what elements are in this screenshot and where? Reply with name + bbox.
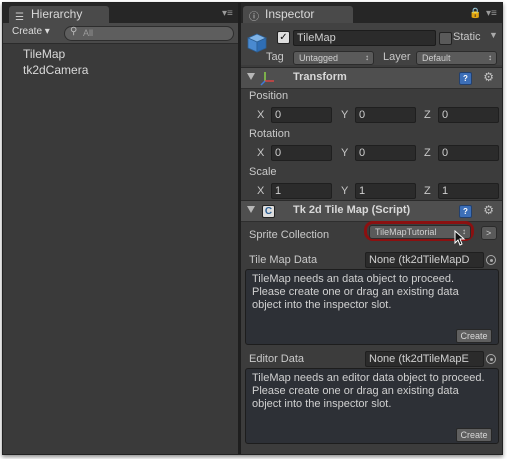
inspector-panel: ⓘ Inspector 🔒 ▾≡ ✓ TileMap Static ▼ Tag …: [241, 3, 502, 454]
scale-label: Scale: [249, 166, 277, 178]
tile-map-data-label: Tile Map Data: [249, 254, 318, 266]
sprite-collection-value: TileMapTutorial: [375, 227, 437, 237]
transform-header[interactable]: Transform ? ⚙: [241, 67, 502, 89]
position-x-field[interactable]: 0: [271, 107, 332, 123]
tag-label: Tag: [266, 51, 284, 63]
hierarchy-item-tilemap[interactable]: TileMap: [23, 47, 65, 61]
scale-z-field[interactable]: 1: [438, 183, 499, 199]
rotation-z-field[interactable]: 0: [438, 145, 499, 161]
static-label: Static: [453, 31, 481, 43]
tile-map-data-message: TileMap needs an data object to proceed.…: [252, 273, 459, 311]
create-label: Create: [12, 26, 43, 37]
sprite-collection-label: Sprite Collection: [249, 229, 330, 241]
axis-y-label: Y: [341, 109, 349, 121]
tag-value: Untagged: [299, 53, 339, 63]
create-editor-data-button[interactable]: Create: [456, 428, 492, 442]
layer-label: Layer: [383, 51, 411, 63]
axis-y-label: Y: [341, 185, 349, 197]
dropdown-arrows-icon: ↕: [488, 53, 492, 62]
tab-inspector[interactable]: ⓘ Inspector: [243, 6, 353, 23]
tab-inspector-label: Inspector: [265, 7, 315, 21]
tag-dropdown[interactable]: Untagged ↕: [293, 51, 374, 65]
static-checkbox[interactable]: [439, 32, 452, 45]
axis-x-label: X: [257, 109, 265, 121]
axis-x-label: X: [257, 147, 265, 159]
scale-y-field[interactable]: 1: [355, 183, 416, 199]
transform-axes-icon: [260, 72, 274, 86]
mouse-cursor-icon: [454, 230, 466, 246]
editor-data-label: Editor Data: [249, 353, 305, 365]
hierarchy-toolbar: Create ▾ ⚲ All: [3, 23, 238, 44]
transform-title: Transform: [293, 71, 347, 83]
tilemap-script-title: Tk 2d Tile Map (Script): [293, 204, 411, 216]
editor-data-helpbox: TileMap needs an editor data object to p…: [245, 368, 499, 444]
gear-icon[interactable]: ⚙: [483, 70, 494, 84]
fold-arrow-icon[interactable]: [247, 206, 255, 213]
search-icon: ⚲: [70, 26, 78, 37]
axis-z-label: Z: [424, 147, 431, 159]
goto-sprite-collection-button[interactable]: >: [481, 226, 497, 240]
rotation-y-field[interactable]: 0: [355, 145, 416, 161]
help-icon[interactable]: ?: [459, 72, 472, 85]
rotation-label: Rotation: [249, 128, 290, 140]
script-icon: C: [262, 205, 275, 218]
static-dropdown-arrow-icon[interactable]: ▼: [489, 30, 498, 40]
layer-value: Default: [422, 53, 451, 63]
create-dropdown[interactable]: Create ▾: [12, 26, 50, 37]
object-header: ✓ TileMap Static ▼ Tag Untagged ↕ Layer …: [241, 23, 502, 65]
rotation-x-field[interactable]: 0: [271, 145, 332, 161]
axis-x-label: X: [257, 185, 265, 197]
create-data-button[interactable]: Create: [456, 329, 492, 343]
object-picker-icon[interactable]: [486, 354, 496, 364]
active-checkbox[interactable]: ✓: [277, 31, 290, 44]
tab-hierarchy[interactable]: ☰ Hierarchy: [9, 6, 109, 23]
panel-menu-icon[interactable]: ▾≡: [486, 8, 497, 19]
panel-menu-icon[interactable]: ▾≡: [222, 8, 233, 19]
fold-arrow-icon[interactable]: [247, 73, 255, 80]
dropdown-arrows-icon: ↕: [365, 53, 369, 62]
unity-editor-window: ☰ Hierarchy ▾≡ Create ▾ ⚲ All TileMap tk…: [2, 2, 503, 455]
scale-x-field[interactable]: 1: [271, 183, 332, 199]
hierarchy-item-tk2dcamera[interactable]: tk2dCamera: [23, 63, 88, 77]
lock-icon[interactable]: 🔒: [469, 8, 481, 19]
editor-data-field[interactable]: None (tk2dTileMapE: [365, 351, 484, 367]
position-z-field[interactable]: 0: [438, 107, 499, 123]
editor-data-message: TileMap needs an editor data object to p…: [252, 372, 485, 410]
tab-hierarchy-label: Hierarchy: [31, 7, 83, 21]
axis-z-label: Z: [424, 185, 431, 197]
hierarchy-panel: ☰ Hierarchy ▾≡ Create ▾ ⚲ All TileMap tk…: [3, 3, 238, 454]
inspector-tabbar: ⓘ Inspector 🔒 ▾≡: [241, 3, 502, 23]
axis-y-label: Y: [341, 147, 349, 159]
object-picker-icon[interactable]: [486, 255, 496, 265]
position-label: Position: [249, 90, 289, 102]
search-placeholder: All: [83, 28, 94, 38]
tile-map-data-field[interactable]: None (tk2dTileMapD: [365, 252, 484, 268]
gear-icon[interactable]: ⚙: [483, 203, 494, 217]
layer-dropdown[interactable]: Default ↕: [416, 51, 497, 65]
position-y-field[interactable]: 0: [355, 107, 416, 123]
help-icon[interactable]: ?: [459, 205, 472, 218]
tilemap-script-header[interactable]: C Tk 2d Tile Map (Script) ? ⚙: [241, 200, 502, 222]
tile-map-data-helpbox: TileMap needs an data object to proceed.…: [245, 269, 499, 345]
hierarchy-search-input[interactable]: ⚲ All: [64, 26, 234, 41]
object-name-field[interactable]: TileMap: [293, 30, 436, 46]
hierarchy-tabbar: ☰ Hierarchy ▾≡: [3, 3, 238, 23]
axis-z-label: Z: [424, 109, 431, 121]
gameobject-cube-icon: [247, 33, 267, 53]
